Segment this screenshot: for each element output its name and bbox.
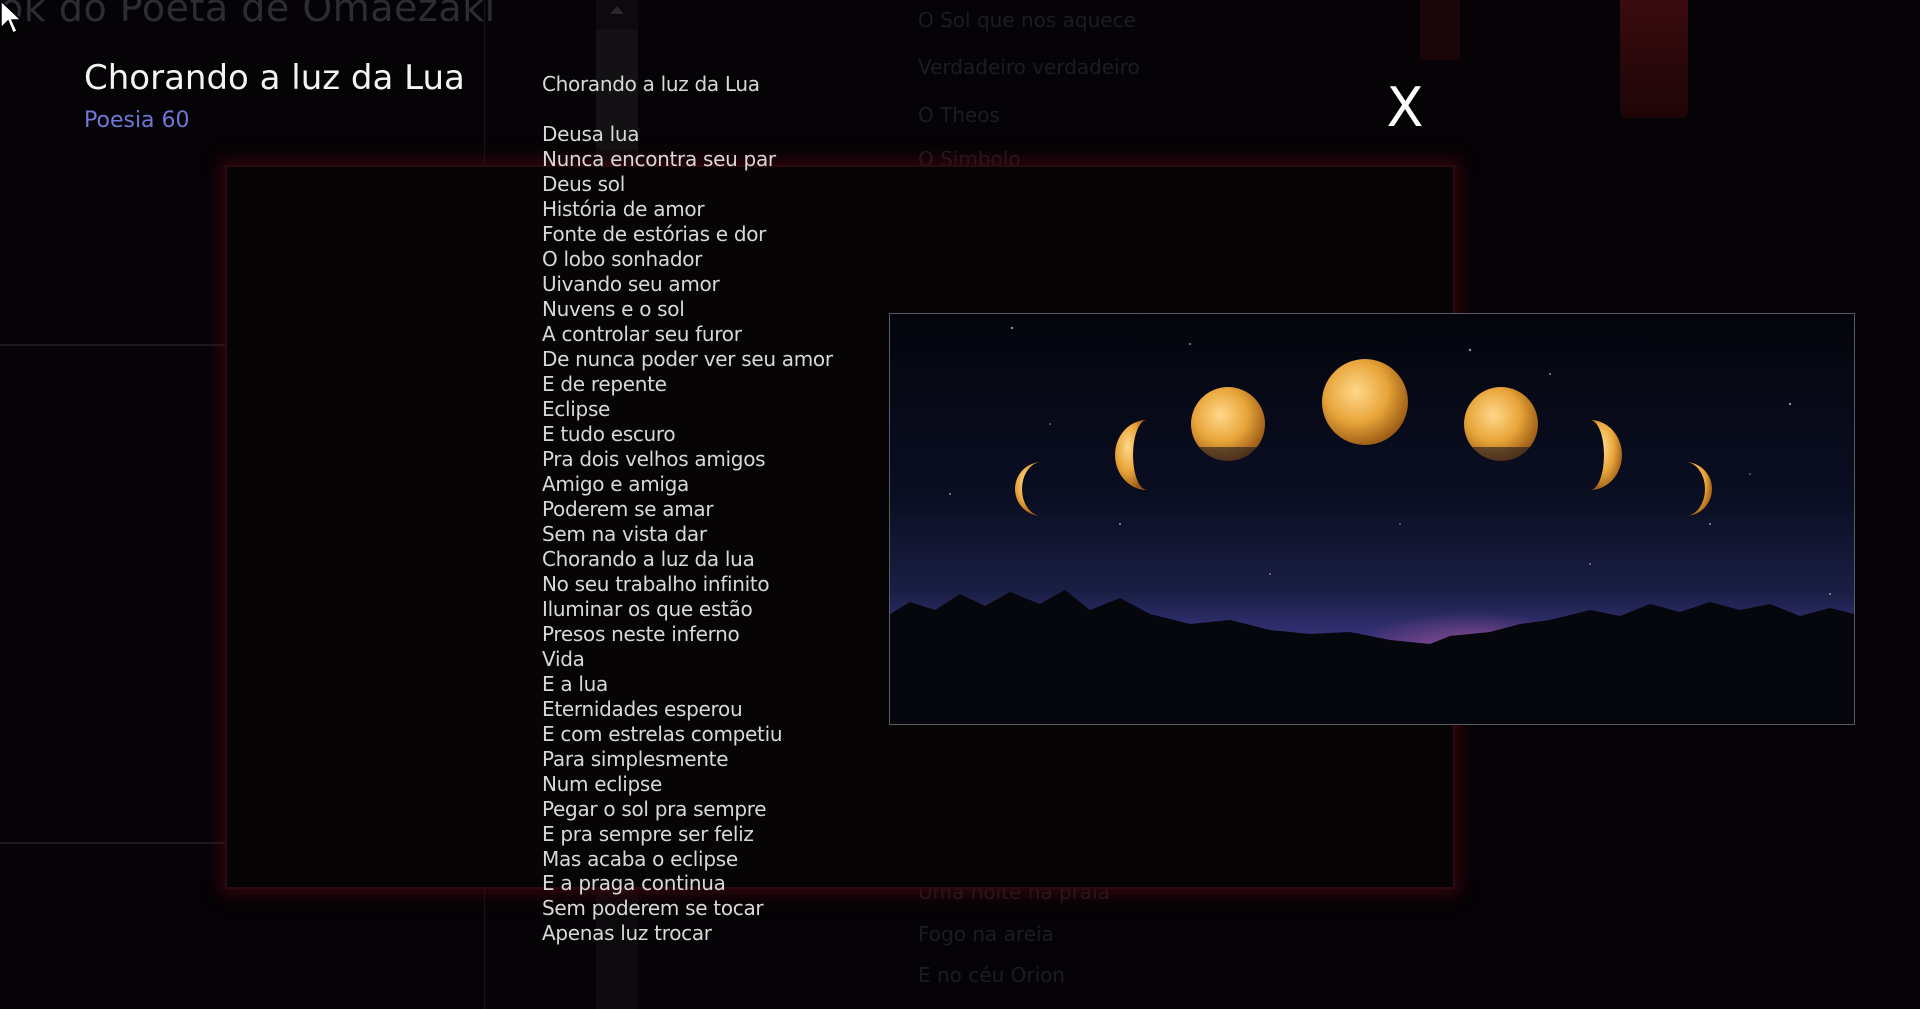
poem-line: E pra sempre ser feliz	[542, 821, 754, 846]
poem-line: Deusa lua	[542, 121, 640, 146]
moon-phases-image	[889, 313, 1855, 725]
poem-line: Presos neste inferno	[542, 621, 740, 646]
mouse-pointer-icon	[0, 0, 23, 35]
poem-line: Uivando seu amor	[542, 271, 720, 296]
poem-line: De nunca poder ver seu amor	[542, 346, 833, 371]
poem-link[interactable]: E no céu Orion	[918, 963, 1065, 987]
poem-line: Iluminar os que estão	[542, 596, 753, 621]
scroll-up-arrow-icon[interactable]	[610, 6, 624, 14]
decorative-banner	[1420, 0, 1460, 60]
moon-phases-illustration	[890, 326, 1854, 724]
poem-line: Num eclipse	[542, 771, 663, 796]
poem-line: O lobo sonhador	[542, 246, 703, 271]
poem-line: E de repente	[542, 371, 667, 396]
poem-line: Eternidades esperou	[542, 696, 743, 721]
site-title: ok do Poeta de Omaezaki	[0, 0, 496, 30]
poem-line: Apenas luz trocar	[542, 921, 712, 946]
poem-line: Fonte de estórias e dor	[542, 221, 767, 246]
poem-line: Nunca encontra seu par	[542, 146, 776, 171]
poem-line: No seu trabalho infinito	[542, 571, 770, 596]
poem-line: Chorando a luz da lua	[542, 546, 755, 571]
poem-link[interactable]: O Theos	[918, 103, 1000, 127]
poem-line: Vida	[542, 646, 585, 671]
poem-link[interactable]: Verdadeiro verdadeiro	[918, 55, 1140, 79]
poem-line: Deus sol	[542, 171, 625, 196]
decorative-banner	[1620, 0, 1688, 118]
poem-line: E tudo escuro	[542, 421, 676, 446]
poem-subtitle: Poesia 60	[84, 108, 190, 133]
divider	[0, 344, 226, 346]
poem-line: E com estrelas competiu	[542, 721, 783, 746]
poem-text: Chorando a luz da Lua Deusa lua Nunca enc…	[542, 72, 833, 946]
poem-line: E a lua	[542, 671, 608, 696]
poem-line: Sem na vista dar	[542, 521, 707, 546]
poem-line: Pra dois velhos amigos	[542, 446, 766, 471]
poem-heading: Chorando a luz da Lua	[542, 72, 760, 96]
poem-line: Poderem se amar	[542, 496, 714, 521]
poem-line: A controlar seu furor	[542, 321, 742, 346]
divider	[0, 842, 226, 844]
poem-line: Amigo e amiga	[542, 471, 690, 496]
poem-line: Para simplesmente	[542, 746, 729, 771]
poem-title: Chorando a luz da Lua	[84, 58, 465, 98]
poem-line: Eclipse	[542, 396, 611, 421]
poem-line: Sem poderem se tocar	[542, 896, 764, 921]
poem-line: História de amor	[542, 196, 705, 221]
poem-line: Nuvens e o sol	[542, 296, 685, 321]
close-button[interactable]: X	[1384, 78, 1426, 138]
poem-link[interactable]: Fogo na areia	[918, 922, 1054, 946]
poem-link[interactable]: O Sol que nos aquece	[918, 8, 1136, 32]
poem-line: Pegar o sol pra sempre	[542, 796, 767, 821]
poem-line: Mas acaba o eclipse	[542, 846, 738, 871]
poem-line: E a praga continua	[542, 871, 726, 896]
